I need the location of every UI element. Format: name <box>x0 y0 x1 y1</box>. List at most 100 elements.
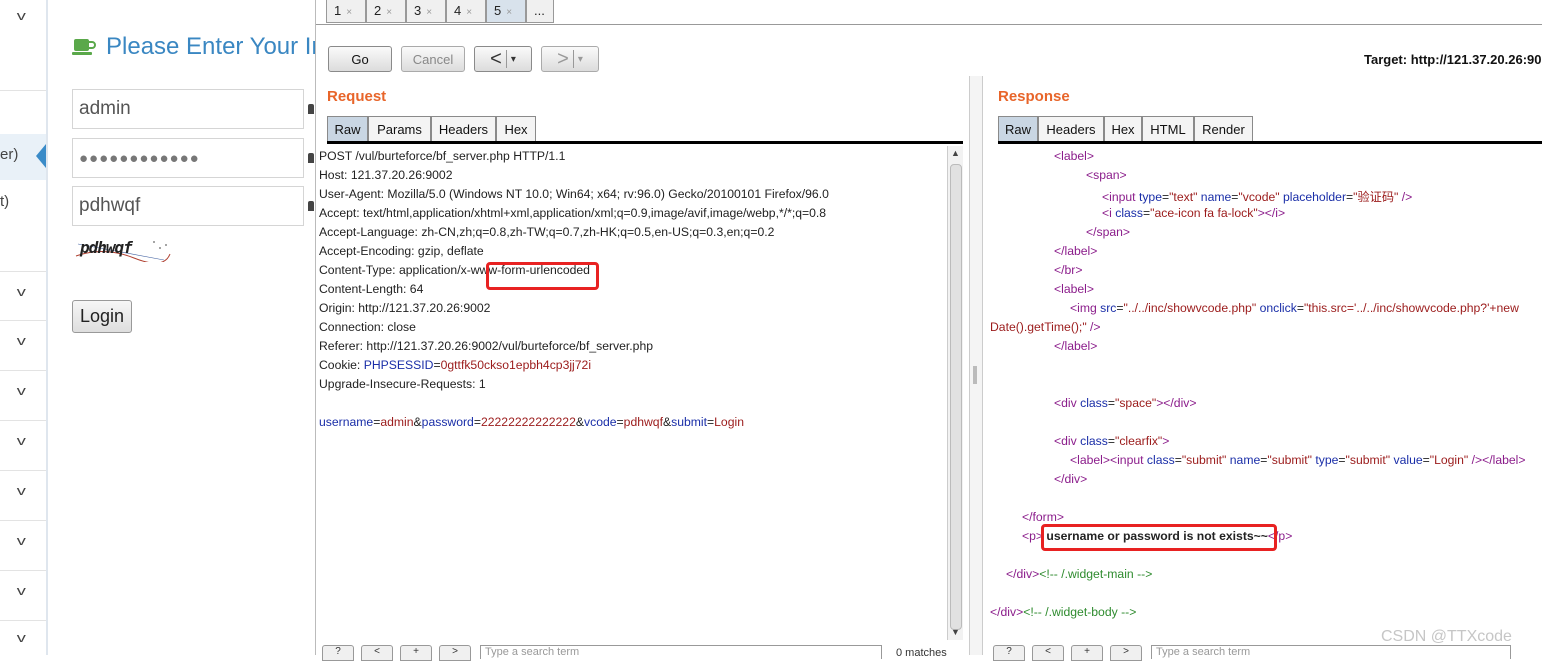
response-line: <div class="space"></div> <box>1054 396 1197 410</box>
pane-splitter[interactable] <box>969 76 983 655</box>
param-key: password <box>422 415 474 429</box>
add-button[interactable]: + <box>1071 645 1103 661</box>
add-button[interactable]: + <box>400 645 432 661</box>
password-input[interactable]: ●●●●●●●●●●●● <box>72 138 304 178</box>
vcode-input[interactable]: pdhwqf <box>72 186 304 226</box>
request-line: Accept: text/html,application/xhtml+xml,… <box>319 206 826 220</box>
request-line: Origin: http://121.37.20.26:9002 <box>319 301 490 315</box>
request-line: Upgrade-Insecure-Requests: 1 <box>319 377 486 391</box>
cancel-button[interactable]: Cancel <box>401 46 465 72</box>
sidebar-row[interactable]: v <box>0 321 46 371</box>
scroll-down-icon[interactable]: ▼ <box>951 627 960 637</box>
tab-render[interactable]: Render <box>1194 116 1253 142</box>
param-value-password: 22222222222222 <box>481 415 576 429</box>
request-line: POST /vul/burteforce/bf_server.php HTTP/… <box>319 149 565 163</box>
repeater-tab-4[interactable]: 4× <box>446 0 486 23</box>
matches-count: 0 matches <box>896 647 947 659</box>
response-line: </div><!-- /.widget-body --> <box>990 605 1136 619</box>
request-line: Accept-Language: zh-CN,zh;q=0.8,zh-TW;q=… <box>319 225 774 239</box>
request-line: Connection: close <box>319 320 416 334</box>
go-button[interactable]: Go <box>328 46 392 72</box>
tab-underline <box>327 141 963 144</box>
repeater-tab-2[interactable]: 2× <box>366 0 406 23</box>
repeater-tab-5[interactable]: 5× <box>486 0 526 23</box>
placeholder-text: 验证码 <box>1357 190 1394 204</box>
param-value: admin <box>380 415 413 429</box>
repeater-tab-new[interactable]: ... <box>526 0 554 23</box>
repeater-tab-3[interactable]: 3× <box>406 0 446 23</box>
sidebar-row[interactable] <box>0 44 46 91</box>
tab-headers[interactable]: Headers <box>1038 116 1104 142</box>
param-key: submit <box>671 415 707 429</box>
sidebar-row[interactable]: v <box>0 272 46 321</box>
background-sidebar: v : er) t) v v v v v v v v <box>0 0 48 655</box>
tab-hex[interactable]: Hex <box>1104 116 1142 142</box>
response-line: <div class="clearfix"> <box>1054 434 1169 448</box>
scroll-up-icon[interactable]: ▲ <box>951 148 960 158</box>
tab-raw[interactable]: Raw <box>998 116 1038 142</box>
next-button[interactable]: > <box>1110 645 1142 661</box>
param-key: vcode <box>584 415 617 429</box>
help-button[interactable]: ? <box>993 645 1025 661</box>
tab-headers[interactable]: Headers <box>431 116 496 142</box>
response-line: </label> <box>1054 244 1097 258</box>
scroll-thumb[interactable] <box>950 164 962 630</box>
response-line: </div> <box>1054 472 1087 486</box>
repeater-tab-1[interactable]: 1× <box>326 0 366 23</box>
response-line: <span> <box>1086 168 1127 182</box>
param-key: username <box>319 415 373 429</box>
tab-label: 2 <box>374 3 381 18</box>
tab-label: 1 <box>334 3 341 18</box>
chevron-down-icon: v <box>17 333 26 348</box>
sidebar-row[interactable]: v <box>0 471 46 521</box>
close-icon[interactable]: × <box>386 7 392 18</box>
username-input[interactable]: admin <box>72 89 304 129</box>
response-search-input[interactable]: Type a search term <box>1151 645 1511 659</box>
chevron-down-icon[interactable]: v <box>17 630 26 645</box>
close-icon[interactable]: × <box>346 7 352 18</box>
captcha-image[interactable]: pdhwqf <box>74 236 172 262</box>
repeater-window: 1× 2× 3× 4× 5× ... Go Cancel <▾ >▾ Targe… <box>315 0 1542 655</box>
tab-raw[interactable]: Raw <box>327 116 368 142</box>
splitter-grip[interactable] <box>973 366 977 384</box>
next-button[interactable]: > <box>439 645 471 661</box>
tab-underline <box>998 141 1542 144</box>
lock-icon <box>308 201 314 211</box>
sidebar-row[interactable]: v <box>0 371 46 421</box>
prev-button[interactable]: < <box>361 645 393 661</box>
lock-icon <box>308 153 314 163</box>
close-icon[interactable]: × <box>506 7 512 18</box>
tab-html[interactable]: HTML <box>1142 116 1194 142</box>
close-icon[interactable]: × <box>426 7 432 18</box>
response-viewer[interactable]: <label> <span> <input type="text" name="… <box>988 146 1542 640</box>
login-button[interactable]: Login <box>72 300 132 333</box>
response-line: <label> <box>1054 149 1094 163</box>
prev-button[interactable]: < <box>1032 645 1064 661</box>
tab-hex[interactable]: Hex <box>496 116 536 142</box>
request-editor[interactable]: POST /vul/burteforce/bf_server.php HTTP/… <box>316 146 946 640</box>
back-button[interactable]: <▾ <box>474 46 532 72</box>
cookie-line: Cookie: PHPSESSID=0gttfk50ckso1epbh4cp3j… <box>319 358 591 372</box>
sidebar-row[interactable]: v <box>0 421 46 471</box>
help-button[interactable]: ? <box>322 645 354 661</box>
request-line: Content-Length: 64 <box>319 282 423 296</box>
request-scrollbar[interactable]: ▲ ▼ <box>947 146 963 640</box>
response-line: </form> <box>1022 510 1064 524</box>
active-indicator-arrow <box>36 144 46 168</box>
chevron-down-icon[interactable]: v <box>17 8 26 23</box>
watermark: CSDN @TTXcode <box>1381 628 1512 646</box>
request-line: Host: 121.37.20.26:9002 <box>319 168 453 182</box>
sidebar-row[interactable] <box>0 225 46 272</box>
forward-button[interactable]: >▾ <box>541 46 599 72</box>
repeater-tab-bar: 1× 2× 3× 4× 5× ... <box>316 0 1542 25</box>
sidebar-row[interactable]: v <box>0 571 46 621</box>
response-title: Response <box>998 88 1070 105</box>
close-icon[interactable]: × <box>466 7 472 18</box>
response-line: </label> <box>1054 339 1097 353</box>
request-title: Request <box>327 88 386 105</box>
sidebar-row[interactable]: v <box>0 521 46 571</box>
target-label[interactable]: Target: http://121.37.20.26:90 <box>1364 52 1542 67</box>
request-search-input[interactable]: Type a search term <box>480 645 882 659</box>
chevron-down-icon: v <box>17 383 26 398</box>
tab-params[interactable]: Params <box>368 116 431 142</box>
